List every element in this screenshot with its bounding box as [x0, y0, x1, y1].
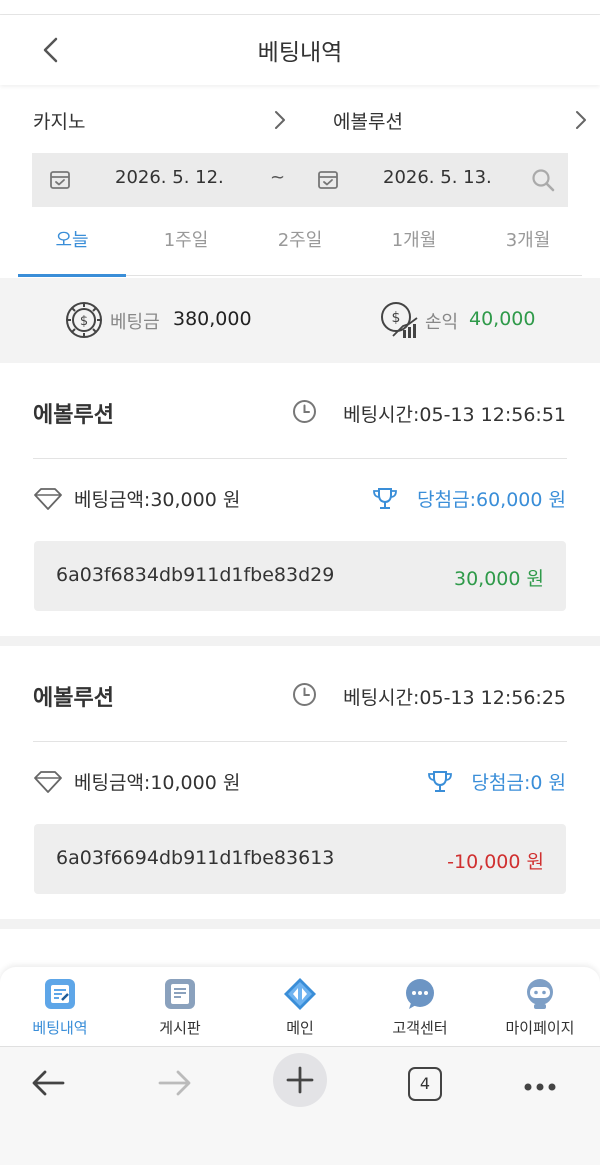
- nav-board[interactable]: 게시판: [120, 967, 240, 1046]
- category-select-casino[interactable]: 카지노: [33, 98, 85, 142]
- bet-time: 베팅시간:05-13 12:56:25: [343, 687, 566, 709]
- tab-1-week[interactable]: 1주일: [132, 212, 240, 276]
- coin-icon: $: [66, 302, 102, 338]
- page-header: 베팅내역: [0, 15, 600, 85]
- chat-icon: [406, 979, 434, 1009]
- nav-label: 메인: [286, 1019, 314, 1037]
- provider-label: 에볼루션: [333, 110, 403, 133]
- bet-time: 베팅시간:05-13 12:56:51: [343, 404, 566, 426]
- bet-card: 에볼루션 베팅시간:05-13 12:56:51 베팅금액:30,000 원 당…: [0, 363, 600, 636]
- svg-text:$: $: [80, 314, 88, 329]
- date-separator: ~: [270, 167, 286, 188]
- date-range-bar: 2026. 5. 12. ~ 2026. 5. 13.: [32, 153, 568, 207]
- nav-betting-history[interactable]: 베팅내역: [0, 967, 120, 1046]
- trophy-icon: [428, 771, 452, 792]
- transaction-id: 6a03f6694db911d1fbe83613: [56, 847, 335, 869]
- nav-label: 베팅내역: [32, 1019, 88, 1037]
- tab-today[interactable]: 오늘: [18, 212, 126, 277]
- chevron-right-icon[interactable]: [273, 109, 287, 131]
- card-divider: [33, 741, 567, 742]
- category-select-provider[interactable]: 에볼루션: [333, 98, 403, 142]
- end-date-field[interactable]: 2026. 5. 13.: [383, 167, 492, 188]
- nav-label: 게시판: [159, 1019, 201, 1037]
- bet-amount: 베팅금액:10,000 원: [74, 772, 241, 794]
- bet-total-value: 380,000: [173, 308, 252, 330]
- betting-summary: $ 베팅금 380,000 $ 손익 40,000: [0, 278, 600, 363]
- bet-card-partial: [0, 929, 600, 969]
- bet-game-name: 에볼루션: [33, 686, 114, 711]
- main-icon: [284, 978, 316, 1010]
- nav-main[interactable]: 메인: [240, 967, 360, 1046]
- tab-2-weeks[interactable]: 2주일: [246, 212, 354, 276]
- profit-label: 손익: [425, 312, 459, 333]
- bet-card: 에볼루션 베팅시간:05-13 12:56:25 베팅금액:10,000 원 당…: [0, 646, 600, 919]
- start-date-field[interactable]: 2026. 5. 12.: [115, 167, 224, 188]
- betting-history-icon: [45, 979, 75, 1009]
- profit-chart-icon: $: [381, 302, 418, 338]
- trophy-icon: [373, 488, 397, 509]
- period-tabs: 오늘 1주일 2주일 1개월 3개월: [18, 212, 582, 277]
- transaction-id: 6a03f6834db911d1fbe83d29: [56, 564, 335, 586]
- card-divider: [33, 458, 567, 459]
- board-icon: [165, 979, 195, 1009]
- bet-win-amount: 당첨금:0 원: [471, 772, 566, 794]
- search-icon[interactable]: [530, 167, 556, 193]
- browser-back-icon[interactable]: [21, 1055, 77, 1111]
- tab-1-month[interactable]: 1개월: [360, 212, 468, 276]
- page-title: 베팅내역: [257, 40, 343, 66]
- diamond-icon: [34, 488, 62, 510]
- profit-value: 40,000: [469, 308, 536, 330]
- tab-switcher-button[interactable]: 4: [398, 1055, 454, 1111]
- calendar-icon[interactable]: [316, 168, 340, 192]
- tab-3-months[interactable]: 3개월: [474, 212, 582, 276]
- profile-icon: [527, 979, 553, 1009]
- svg-text:$: $: [392, 310, 401, 326]
- browser-toolbar: 4: [0, 1046, 600, 1165]
- card-separator: [0, 919, 600, 929]
- browser-forward-icon[interactable]: [146, 1055, 202, 1111]
- chevron-right-icon[interactable]: [574, 109, 588, 131]
- bet-result-amount: -10,000 원: [447, 851, 544, 873]
- diamond-icon: [34, 771, 62, 793]
- calendar-icon[interactable]: [48, 168, 72, 192]
- transaction-box: 6a03f6694db911d1fbe83613 -10,000 원: [34, 824, 566, 894]
- nav-label: 마이페이지: [505, 1019, 575, 1037]
- card-separator: [0, 636, 600, 646]
- bet-game-name: 에볼루션: [33, 403, 114, 428]
- category-row: 카지노 에볼루션: [0, 98, 600, 142]
- bet-total-label: 베팅금: [110, 312, 160, 333]
- bet-win-amount: 당첨금:60,000 원: [417, 489, 566, 511]
- clock-icon: [293, 400, 316, 423]
- category-label: 카지노: [33, 110, 86, 133]
- nav-label: 고객센터: [392, 1019, 448, 1037]
- nav-my-page[interactable]: 마이페이지: [480, 967, 600, 1046]
- transaction-box: 6a03f6834db911d1fbe83d29 30,000 원: [34, 541, 566, 611]
- nav-customer-center[interactable]: 고객센터: [360, 967, 480, 1046]
- more-menu-icon[interactable]: [512, 1055, 568, 1111]
- bet-amount: 베팅금액:30,000 원: [74, 489, 241, 511]
- clock-icon: [293, 683, 316, 706]
- bet-result-amount: 30,000 원: [453, 568, 544, 590]
- bottom-navigation: 베팅내역 게시판 메인 고객센터 마이페이지: [0, 967, 600, 1046]
- tab-count: 4: [408, 1067, 442, 1101]
- new-tab-icon[interactable]: [272, 1052, 328, 1108]
